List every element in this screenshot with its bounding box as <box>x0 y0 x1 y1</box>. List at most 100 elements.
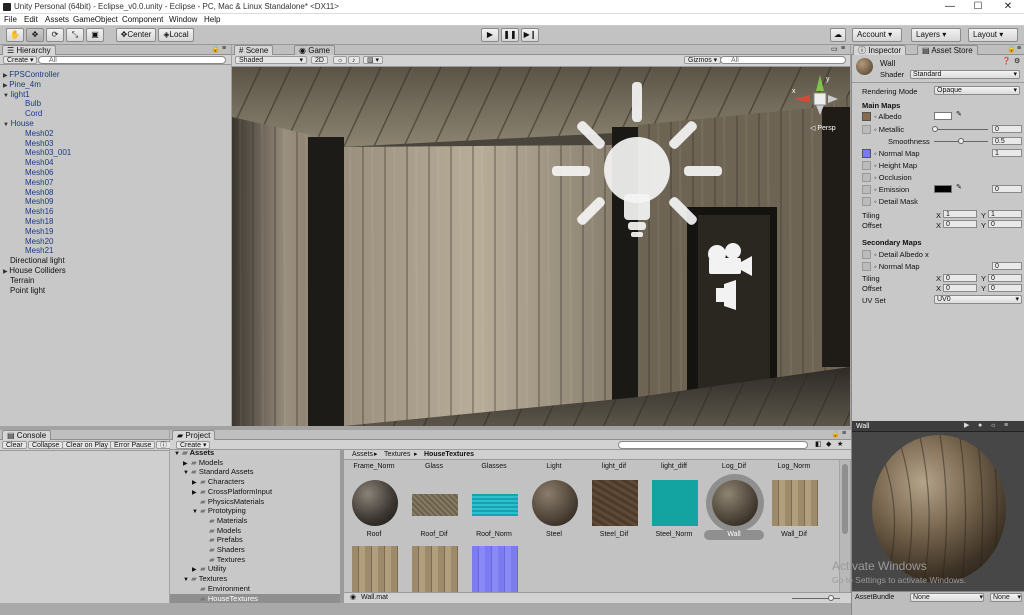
menu-assets[interactable]: Assets <box>45 15 69 24</box>
hierarchy-item[interactable]: Bulb <box>25 99 41 108</box>
hierarchy-item[interactable]: Mesh08 <box>25 188 53 197</box>
asset-label[interactable]: Glasses <box>464 463 524 471</box>
gizmos-dropdown[interactable]: Gizmos ▾ <box>684 56 722 64</box>
tab-scene[interactable]: # Scene <box>234 45 274 55</box>
hierarchy-item[interactable]: Mesh07 <box>25 178 53 187</box>
thumbnail-size-handle[interactable] <box>828 595 834 601</box>
favorite-icon[interactable]: ★ <box>837 441 843 449</box>
layers-dropdown[interactable]: Layers ▾ <box>911 28 961 42</box>
preview-sphere-icon[interactable]: ● <box>978 422 982 430</box>
project-folder[interactable]: ▰ PhysicsMaterials <box>192 497 264 506</box>
lock-icon[interactable]: 🔒 <box>211 46 220 54</box>
tab-inspector[interactable]: ⓘ Inspector <box>853 45 907 55</box>
uv-set-dropdown[interactable]: UV0 ▾ <box>934 295 1022 304</box>
offset-x-input[interactable]: 0 <box>943 220 977 228</box>
asset-label[interactable]: Frame_Norm <box>344 463 404 471</box>
metallic-slider-handle[interactable] <box>932 126 938 132</box>
asset-label[interactable]: Glass <box>404 463 464 471</box>
layout-dropdown[interactable]: Layout ▾ <box>968 28 1018 42</box>
hierarchy-item[interactable]: Mesh09 <box>25 197 53 206</box>
rendering-mode-dropdown[interactable]: Opaque ▾ <box>934 86 1020 95</box>
lock-icon[interactable]: 🔒 <box>1007 46 1016 54</box>
occlusion-texture-slot[interactable] <box>862 173 871 182</box>
rect-tool-icon[interactable]: ▣ <box>86 28 104 42</box>
console-collapse-button[interactable]: Collapse <box>28 441 64 449</box>
panel-menu-icon[interactable]: ≡ <box>1017 45 1021 53</box>
expanded-arrow-icon[interactable]: ▼ <box>183 469 191 478</box>
panel-menu-icon[interactable]: ≡ <box>842 430 846 438</box>
project-folder[interactable]: ▰ HouseTextures <box>170 593 340 603</box>
normal-map-scale-input[interactable]: 1 <box>992 149 1022 157</box>
cloud-icon[interactable]: ☁ <box>830 28 846 42</box>
smoothness-input[interactable]: 0.5 <box>992 137 1022 145</box>
preview-menu-icon[interactable]: ≡ <box>1004 422 1008 430</box>
emission-texture-slot[interactable] <box>862 185 871 194</box>
asset-item[interactable] <box>344 538 404 592</box>
effects-toggle-icon[interactable]: ▨ ▾ <box>363 56 384 64</box>
hierarchy-item[interactable]: Mesh19 <box>25 227 53 236</box>
expanded-arrow-icon[interactable]: ▼ <box>183 576 191 585</box>
space-local-button[interactable]: ◈Local <box>158 28 194 42</box>
smoothness-slider-handle[interactable] <box>958 138 964 144</box>
albedo-texture-slot[interactable] <box>862 112 871 121</box>
breadcrumb-housetextures[interactable]: HouseTextures <box>424 451 474 459</box>
hierarchy-item[interactable]: Mesh20 <box>25 237 53 246</box>
minimize-button[interactable]: — <box>936 1 964 13</box>
asset-item[interactable]: Steel_Norm <box>644 472 704 542</box>
project-folder[interactable]: ▰ Materials <box>201 516 247 525</box>
console-log-area[interactable] <box>0 451 169 615</box>
hierarchy-item[interactable]: Mesh16 <box>25 207 53 216</box>
hierarchy-item[interactable]: Mesh02 <box>25 129 53 138</box>
asset-label[interactable]: Log_Norm <box>764 463 824 471</box>
height-map-texture-slot[interactable] <box>862 161 871 170</box>
preview-light-icon[interactable]: ☼ <box>990 422 996 430</box>
asset-label[interactable]: Log_Dif <box>704 463 764 471</box>
tiling2-y-input[interactable]: 0 <box>988 274 1022 282</box>
hierarchy-item[interactable]: Point light <box>10 286 45 295</box>
offset2-x-input[interactable]: 0 <box>943 284 977 292</box>
metallic-slider-track[interactable] <box>934 129 988 130</box>
expanded-arrow-icon[interactable]: ▼ <box>3 93 11 99</box>
help-icon[interactable]: ❓ <box>1002 58 1011 66</box>
account-dropdown[interactable]: Account ▾ <box>852 28 902 42</box>
tab-console[interactable]: ▤ Console <box>2 430 52 440</box>
tab-hierarchy[interactable]: ☰ Hierarchy <box>2 45 56 55</box>
albedo-color-swatch[interactable] <box>934 112 952 120</box>
scene-search-input[interactable]: All <box>720 56 846 64</box>
info-filter-icon[interactable]: ⓘ <box>156 441 171 449</box>
hierarchy-item[interactable]: Mesh06 <box>25 168 53 177</box>
menu-file[interactable]: File <box>4 15 17 24</box>
emission-color-swatch[interactable] <box>934 185 952 193</box>
light-toggle-icon[interactable]: ☼ <box>333 56 348 64</box>
tab-project[interactable]: ▰ Project <box>172 430 216 440</box>
project-folder[interactable]: ▰ Models <box>201 526 241 535</box>
persp-label[interactable]: ◁ Persp <box>810 124 836 132</box>
shading-dropdown[interactable]: Shaded ▾ <box>235 56 307 64</box>
menu-help[interactable]: Help <box>204 15 220 24</box>
asset-item[interactable]: Roof_Dif <box>404 472 464 542</box>
asset-item[interactable]: Roof_Norm <box>464 472 524 542</box>
hierarchy-item[interactable]: Mesh04 <box>25 158 53 167</box>
asset-item[interactable]: Steel <box>524 472 584 542</box>
hierarchy-item[interactable]: Cord <box>25 109 42 118</box>
pivot-center-button[interactable]: ✥Center <box>116 28 156 42</box>
play-button[interactable]: ▶ <box>481 28 499 42</box>
rotate-tool-icon[interactable]: ⟳ <box>46 28 64 42</box>
console-clear-button[interactable]: Clear <box>2 441 27 449</box>
move-tool-icon[interactable]: ✥ <box>26 28 44 42</box>
asset-item[interactable]: Steel_Dif <box>584 472 644 542</box>
project-create-button[interactable]: Create ▾ <box>176 441 211 449</box>
assetbundle-dropdown[interactable]: None ▾ <box>910 593 984 602</box>
breadcrumb-textures[interactable]: Textures <box>384 451 410 459</box>
maximize-icon[interactable]: ▭ <box>831 46 838 54</box>
asset-item[interactable] <box>464 538 524 592</box>
step-button[interactable]: ▶❙ <box>521 28 539 42</box>
secondary-normal-texture-slot[interactable] <box>862 262 871 271</box>
offset-y-input[interactable]: 0 <box>988 220 1022 228</box>
hierarchy-item[interactable]: Directional light <box>10 256 65 265</box>
tiling-x-input[interactable]: 1 <box>943 210 977 218</box>
asset-label[interactable]: light_dif <box>584 463 644 471</box>
menu-component[interactable]: Component <box>122 15 163 24</box>
scene-view[interactable]: x y ◁ Persp <box>232 67 850 426</box>
asset-label[interactable]: light_diff <box>644 463 704 471</box>
